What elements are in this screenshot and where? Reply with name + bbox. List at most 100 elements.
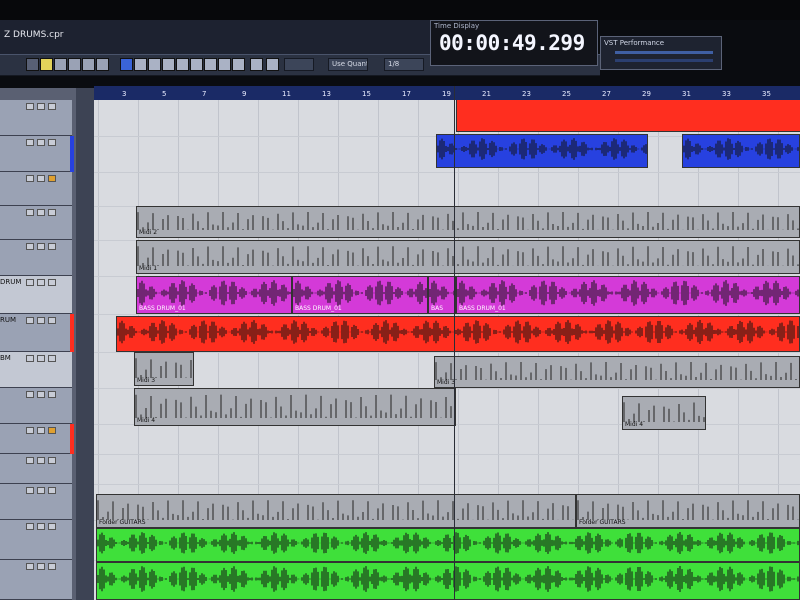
play-button[interactable]	[82, 58, 95, 71]
event-part[interactable]	[116, 316, 800, 352]
solo-button[interactable]	[37, 209, 45, 216]
track-header[interactable]: DRUM	[0, 276, 72, 314]
track-header[interactable]	[0, 388, 72, 424]
event-part[interactable]: BASS DRUM_01	[292, 276, 428, 314]
mute-button[interactable]	[26, 427, 34, 434]
mute-button[interactable]	[26, 209, 34, 216]
playhead-cursor[interactable]	[454, 86, 455, 600]
solo-button[interactable]	[37, 487, 45, 494]
mute-button[interactable]	[26, 175, 34, 182]
event-part[interactable]	[96, 562, 800, 600]
solo-button[interactable]	[37, 391, 45, 398]
track-header[interactable]: RUM	[0, 314, 72, 352]
event-part[interactable]: Midi 3	[434, 356, 800, 388]
event-part[interactable]: Folder GUITARS	[96, 494, 576, 528]
mute-button[interactable]	[26, 243, 34, 250]
mute-button[interactable]	[26, 279, 34, 286]
record-enable-button[interactable]	[48, 427, 56, 434]
record-enable-button[interactable]	[48, 209, 56, 216]
mute-tool-icon[interactable]	[204, 58, 217, 71]
record-enable-button[interactable]	[48, 317, 56, 324]
event-part[interactable]	[96, 528, 800, 562]
record-enable-button[interactable]	[48, 391, 56, 398]
record-enable-button[interactable]	[48, 175, 56, 182]
pointer-tool-icon[interactable]	[120, 58, 133, 71]
event-part[interactable]	[456, 100, 800, 132]
track-header[interactable]	[0, 136, 72, 172]
snap-mode-select[interactable]	[284, 58, 314, 71]
event-part[interactable]: BAS	[428, 276, 456, 314]
record-button[interactable]	[96, 58, 109, 71]
track-header[interactable]	[0, 484, 72, 520]
grid-select[interactable]: 1/8	[384, 58, 424, 71]
track-header[interactable]	[0, 100, 72, 136]
record-enable-button[interactable]	[48, 563, 56, 570]
forward-button[interactable]	[54, 58, 67, 71]
zoom-tool-icon[interactable]	[190, 58, 203, 71]
solo-button[interactable]	[37, 139, 45, 146]
range-tool-icon[interactable]	[134, 58, 147, 71]
solo-button[interactable]	[37, 523, 45, 530]
track-header[interactable]	[0, 424, 72, 454]
record-enable-button[interactable]	[48, 487, 56, 494]
solo-button[interactable]	[37, 175, 45, 182]
autoscroll-button[interactable]	[250, 58, 263, 71]
erase-tool-icon[interactable]	[176, 58, 189, 71]
mute-button[interactable]	[26, 487, 34, 494]
mute-button[interactable]	[26, 355, 34, 362]
glue-tool-icon[interactable]	[162, 58, 175, 71]
draw-tool-icon[interactable]	[218, 58, 231, 71]
track-header[interactable]	[0, 240, 72, 276]
record-enable-button[interactable]	[48, 103, 56, 110]
event-part[interactable]: Midi 3	[134, 352, 194, 386]
record-enable-button[interactable]	[48, 523, 56, 530]
stop-button[interactable]	[68, 58, 81, 71]
mute-button[interactable]	[26, 139, 34, 146]
timeline-ruler[interactable]: 3 5 7 9 11 13 15 17 19 21 23 25 27 29 31 33 35	[94, 86, 800, 101]
track-header[interactable]	[0, 454, 72, 484]
record-enable-button[interactable]	[48, 279, 56, 286]
mute-button[interactable]	[26, 391, 34, 398]
solo-button[interactable]	[37, 317, 45, 324]
split-tool-icon[interactable]	[148, 58, 161, 71]
loop-button[interactable]	[26, 58, 39, 71]
record-enable-button[interactable]	[48, 457, 56, 464]
mute-button[interactable]	[26, 523, 34, 530]
event-part[interactable]: Midi 4	[622, 396, 706, 430]
track-header[interactable]	[0, 206, 72, 240]
track-header[interactable]	[0, 172, 72, 206]
mute-button[interactable]	[26, 457, 34, 464]
event-part[interactable]: Midi 1	[136, 240, 800, 274]
mute-button[interactable]	[26, 563, 34, 570]
solo-button[interactable]	[37, 243, 45, 250]
vst-performance-window[interactable]: VST Performance	[600, 36, 722, 70]
event-part[interactable]: BASS DRUM_01	[456, 276, 800, 314]
time-display-window[interactable]: Time Display 00:00:49.299	[430, 20, 598, 66]
track-header[interactable]	[0, 520, 72, 560]
event-part[interactable]	[436, 134, 648, 168]
event-part[interactable]: BASS DRUM_01	[136, 276, 292, 314]
arrange-window[interactable]: Midi 2 Midi 1 BASS DRUM_01 BASS DRUM_01 BAS B…	[94, 100, 800, 600]
event-part[interactable]	[682, 134, 800, 168]
event-part[interactable]: Midi 2	[136, 206, 800, 238]
track-header[interactable]	[0, 560, 72, 600]
rewind-button[interactable]	[40, 58, 53, 71]
solo-button[interactable]	[37, 355, 45, 362]
mute-button[interactable]	[26, 103, 34, 110]
event-part[interactable]: Folder GUITARS	[576, 494, 800, 528]
play-tool-icon[interactable]	[232, 58, 245, 71]
track-header[interactable]: BM	[0, 352, 72, 388]
solo-button[interactable]	[37, 103, 45, 110]
quantize-mode-select[interactable]: Use Quantize	[328, 58, 368, 71]
solo-button[interactable]	[37, 457, 45, 464]
mute-button[interactable]	[26, 317, 34, 324]
audio-waveform	[117, 320, 799, 344]
record-enable-button[interactable]	[48, 243, 56, 250]
solo-button[interactable]	[37, 563, 45, 570]
record-enable-button[interactable]	[48, 139, 56, 146]
solo-button[interactable]	[37, 427, 45, 434]
snap-button[interactable]	[266, 58, 279, 71]
solo-button[interactable]	[37, 279, 45, 286]
record-enable-button[interactable]	[48, 355, 56, 362]
event-part[interactable]: Midi 4	[134, 388, 456, 426]
